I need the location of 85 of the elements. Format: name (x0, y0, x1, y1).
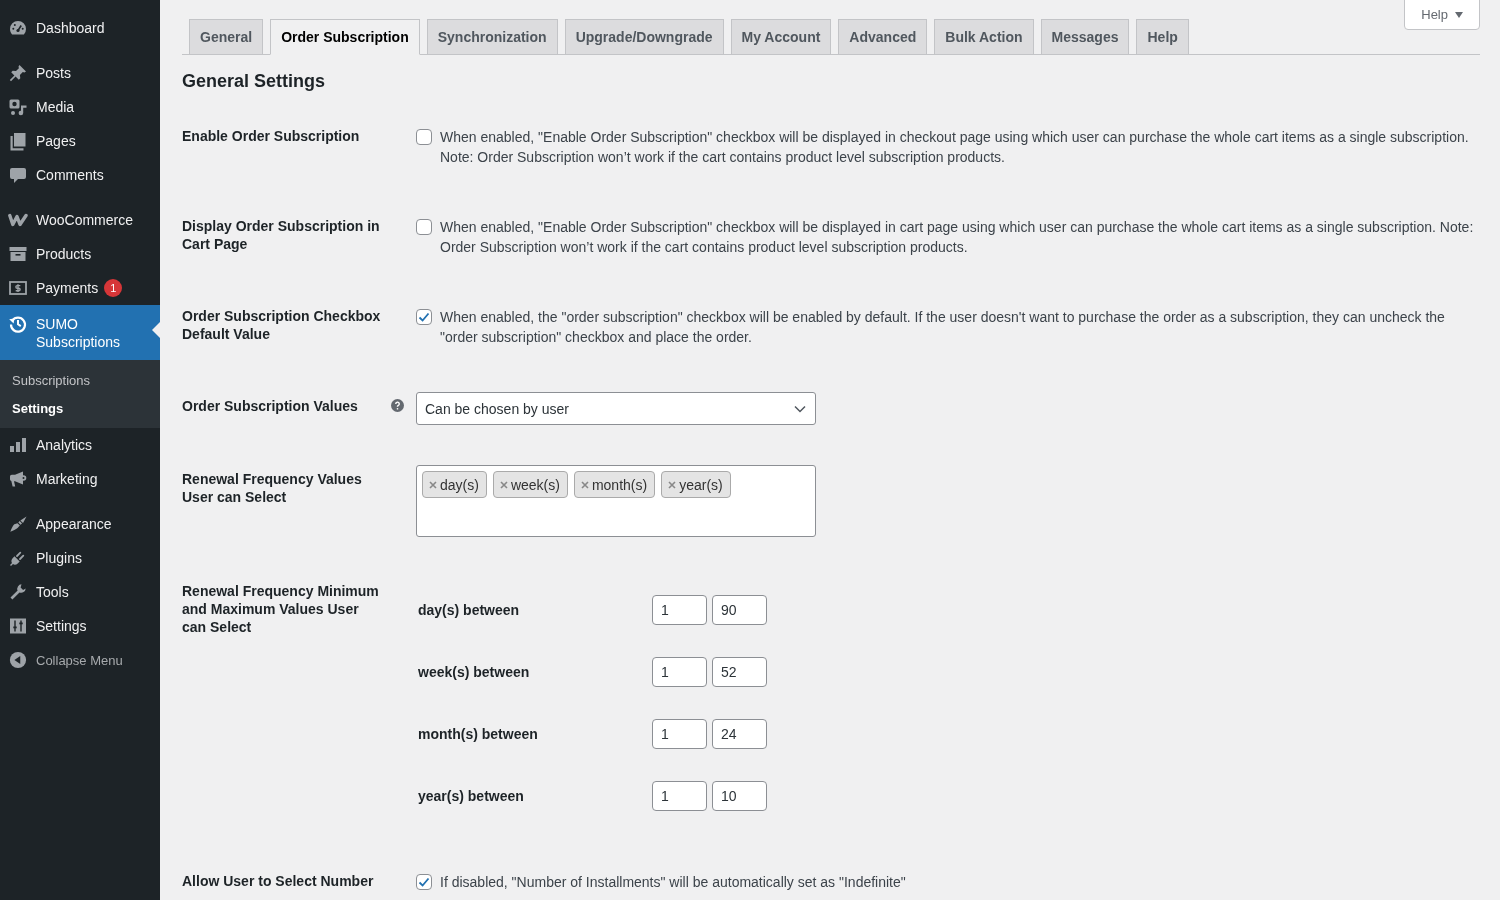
tab[interactable]: Bulk Action (934, 19, 1034, 55)
multiselect-field[interactable]: day(s) week(s) month(s) year(s) (416, 465, 816, 537)
tab[interactable]: My Account (730, 19, 832, 55)
max-input[interactable]: 10 (712, 781, 767, 811)
setting-label: Order Subscription Checkbox Default Value (182, 307, 382, 343)
remove-icon[interactable] (580, 480, 589, 489)
sidebar-item[interactable]: Products (0, 237, 160, 271)
setting-label: Allow User to Select Number (182, 872, 375, 890)
checkbox[interactable] (416, 309, 432, 325)
gauge-icon (8, 18, 28, 38)
setting-label: Enable Order Subscription (182, 127, 361, 145)
max-input[interactable]: 24 (712, 719, 767, 749)
remove-icon[interactable] (499, 480, 508, 489)
range-label: week(s) between (417, 664, 531, 680)
paintbrush-icon (8, 514, 28, 534)
help-button[interactable]: Help (1404, 0, 1480, 30)
select-field[interactable]: Can be chosen by user (416, 392, 816, 425)
selected-tag[interactable]: month(s) (573, 471, 656, 498)
sidebar-item[interactable]: Pages (0, 124, 160, 158)
section-title: General Settings (182, 70, 327, 93)
tab[interactable]: Advanced (838, 19, 928, 55)
sidebar-item[interactable]: Payments 1 (0, 271, 160, 305)
checkmark-icon (417, 875, 431, 889)
bar-chart-icon (8, 435, 28, 455)
setting-label: Renewal Frequency Minimum and Maximum Values User can Select (182, 582, 380, 636)
checkbox[interactable] (416, 219, 432, 235)
description-text: When enabled, the "order subscription" checkbox will be enabled by default. If the user doesn't want to purchase the order as a subscription, they can uncheck the "order subscription" checkbox and place the order. (440, 308, 1446, 347)
megaphone-icon (8, 469, 28, 489)
tab[interactable]: Messages (1040, 19, 1130, 55)
sidebar-item[interactable]: WooCommerce (0, 203, 160, 237)
checkmark-icon (417, 310, 431, 324)
sidebar-item[interactable]: Appearance (0, 507, 160, 541)
setting-label: Renewal Frequency Values User can Select (182, 470, 363, 506)
sidebar-item[interactable]: SUMO Subscriptions (0, 305, 160, 360)
sidebar-item[interactable]: Comments (0, 158, 160, 192)
tab[interactable]: Order Subscription (270, 19, 420, 55)
submenu-item[interactable]: Subscriptions (0, 366, 160, 394)
caret-icon (1455, 11, 1463, 18)
pin-icon (8, 63, 28, 83)
clock-history-icon (8, 314, 28, 334)
max-input[interactable]: 52 (712, 657, 767, 687)
help-icon[interactable] (391, 399, 404, 412)
tab[interactable]: Upgrade/Downgrade (564, 19, 724, 55)
description-text: If disabled, "Number of Installments" will be automatically set as "Indefinite" (440, 873, 907, 892)
sidebar-item[interactable]: Analytics (0, 428, 160, 462)
speech-bubble-icon (8, 165, 28, 185)
max-input[interactable]: 90 (712, 595, 767, 625)
dollar-box-icon (8, 278, 28, 298)
sidebar-item[interactable]: Plugins (0, 541, 160, 575)
setting-label: Display Order Subscription in Cart Page (182, 217, 381, 253)
sidebar-item[interactable]: Settings (0, 609, 160, 643)
sidebar-item[interactable]: Posts (0, 56, 160, 90)
sliders-icon (8, 616, 28, 636)
min-input[interactable]: 1 (652, 719, 707, 749)
tab[interactable]: Synchronization (426, 19, 558, 55)
triangle-icon (152, 322, 160, 338)
min-input[interactable]: 1 (652, 657, 707, 687)
setting-label: Order Subscription Values (182, 397, 359, 415)
remove-icon[interactable] (668, 480, 677, 489)
tab[interactable]: Help (1136, 19, 1189, 55)
checkbox[interactable] (416, 129, 432, 145)
wrench-icon (8, 582, 28, 602)
description-text: When enabled, "Enable Order Subscription" checkbox will be displayed in checkout page using which user can purchase the whole cart items as a single subscription. Note: Order Subscription won’t work if the cart contains product level subscription products. (440, 128, 1470, 167)
remove-icon[interactable] (429, 480, 437, 489)
selected-tag[interactable]: day(s) (422, 471, 487, 498)
range-label: year(s) between (417, 788, 525, 804)
submenu-item[interactable]: Settings (0, 394, 160, 422)
camera-note-icon (8, 97, 28, 117)
sidebar-item[interactable]: Marketing (0, 462, 160, 496)
min-input[interactable]: 1 (652, 595, 707, 625)
range-label: day(s) between (417, 602, 521, 618)
min-input[interactable]: 1 (652, 781, 707, 811)
sidebar-item[interactable]: Media (0, 90, 160, 124)
pages-icon (8, 131, 28, 151)
archive-box-icon (8, 244, 28, 264)
description-text: When enabled, "Enable Order Subscription" checkbox will be displayed in cart page using which user can purchase the whole cart items as a single subscription. Note: Order Subscription won’t work if the cart contains product level subscription products. (440, 218, 1475, 257)
tab[interactable]: General (189, 19, 264, 55)
selected-tag[interactable]: week(s) (492, 471, 568, 498)
sidebar-item[interactable]: Dashboard (0, 11, 160, 45)
checkbox[interactable] (416, 874, 432, 890)
selected-tag[interactable]: year(s) (661, 471, 731, 498)
range-label: month(s) between (417, 726, 539, 742)
count-badge: 1 (104, 279, 123, 297)
collapse-menu-button[interactable]: Collapse Menu (0, 643, 160, 677)
sidebar-item[interactable]: Tools (0, 575, 160, 609)
